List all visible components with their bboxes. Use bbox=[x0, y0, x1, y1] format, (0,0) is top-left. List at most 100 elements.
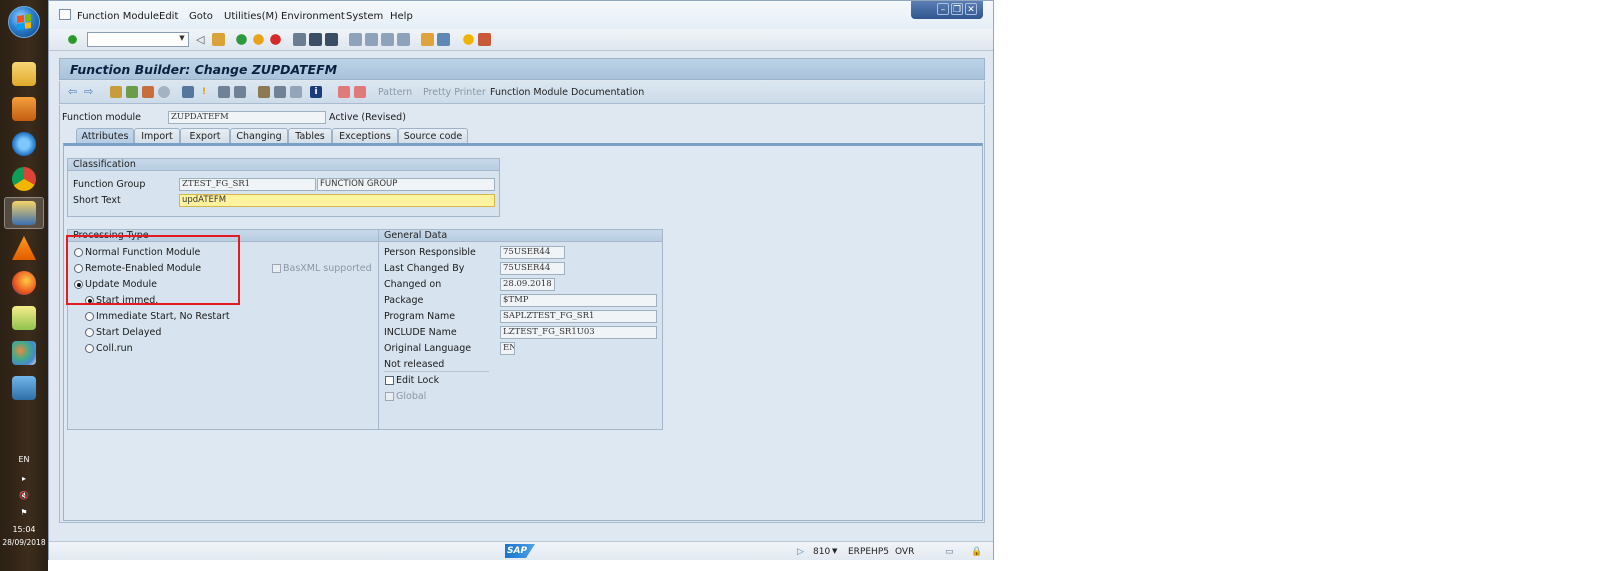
menu-utilities[interactable]: Utilities(M) bbox=[224, 11, 278, 22]
attributes-panel: Classification Function Group ZTEST_FG_S… bbox=[63, 143, 983, 521]
immediate-start-no-restart-radio[interactable] bbox=[85, 312, 94, 321]
delete-breakpoint-icon[interactable] bbox=[354, 86, 366, 98]
tab-tables[interactable]: Tables bbox=[288, 128, 332, 144]
find-next-icon[interactable] bbox=[325, 33, 338, 46]
main-content: Function module ZUPDATEFM Active (Revise… bbox=[59, 105, 985, 523]
taskbar-paint[interactable] bbox=[4, 337, 44, 369]
program-name-field[interactable]: SAPLZTEST_FG_SR1 bbox=[500, 310, 657, 323]
last-changed-by-label: Last Changed By bbox=[384, 263, 465, 274]
print-icon[interactable] bbox=[293, 33, 306, 46]
first-page-icon[interactable] bbox=[349, 33, 362, 46]
short-text-label: Short Text bbox=[73, 195, 121, 206]
last-page-icon[interactable] bbox=[397, 33, 410, 46]
window-icon[interactable] bbox=[290, 86, 302, 98]
test-icon[interactable] bbox=[274, 86, 286, 98]
restore-icon[interactable]: ❐ bbox=[951, 3, 963, 15]
function-module-field[interactable]: ZUPDATEFM bbox=[168, 111, 326, 124]
clock-time[interactable]: 15:04 bbox=[0, 525, 48, 534]
where-used-icon[interactable] bbox=[182, 86, 194, 98]
menu-goto[interactable]: Goto bbox=[189, 11, 213, 22]
last-changed-by-field[interactable]: 75USER44 bbox=[500, 262, 565, 275]
language-indicator[interactable]: EN bbox=[0, 455, 48, 464]
taskbar-internet-explorer[interactable] bbox=[4, 128, 44, 160]
display-change-icon[interactable] bbox=[110, 86, 122, 98]
menu-system[interactable]: System bbox=[346, 11, 383, 22]
play-triangle-icon[interactable]: ▷ bbox=[797, 547, 804, 557]
hierarchy-icon[interactable] bbox=[258, 86, 270, 98]
menu-environment[interactable]: Environment bbox=[281, 11, 345, 22]
taskbar-notes[interactable] bbox=[4, 302, 44, 334]
tab-export[interactable]: Export bbox=[180, 128, 230, 144]
taskbar-explorer[interactable] bbox=[4, 58, 44, 90]
info-exclamation-icon[interactable]: ! bbox=[198, 86, 210, 98]
other-object-icon[interactable] bbox=[126, 86, 138, 98]
save-icon[interactable] bbox=[212, 33, 225, 46]
tab-import[interactable]: Import bbox=[134, 128, 180, 144]
insert-breakpoint-icon[interactable] bbox=[338, 86, 350, 98]
taskbar-vlc[interactable] bbox=[4, 232, 44, 264]
pattern-button[interactable]: Pattern bbox=[378, 87, 412, 98]
display-object-list-icon[interactable] bbox=[218, 86, 230, 98]
short-text-field[interactable]: updATEFM bbox=[179, 194, 495, 207]
start-delayed-radio[interactable] bbox=[85, 328, 94, 337]
info-icon[interactable]: i bbox=[310, 86, 322, 98]
original-language-field[interactable]: EN bbox=[500, 342, 515, 355]
layout-menu-icon[interactable] bbox=[478, 33, 491, 46]
previous-page-icon[interactable] bbox=[365, 33, 378, 46]
help-icon[interactable] bbox=[462, 33, 475, 46]
taskbar-photo-viewer[interactable] bbox=[4, 372, 44, 404]
highlight-box bbox=[66, 235, 240, 305]
forward-arrow-icon[interactable]: ⇨ bbox=[84, 86, 96, 98]
function-group-field[interactable]: ZTEST_FG_SR1 bbox=[179, 178, 316, 191]
insert-mode[interactable]: OVR bbox=[895, 547, 914, 557]
pretty-printer-button[interactable]: Pretty Printer bbox=[423, 87, 486, 98]
include-name-field[interactable]: LZTEST_FG_SR1U03 bbox=[500, 326, 657, 339]
taskbar-sap-logon[interactable] bbox=[4, 197, 44, 229]
system-menu-icon[interactable] bbox=[59, 9, 71, 20]
chevron-down-icon[interactable]: ▼ bbox=[832, 547, 837, 555]
next-page-icon[interactable] bbox=[381, 33, 394, 46]
taskbar-firefox[interactable] bbox=[4, 267, 44, 299]
function-module-documentation-button[interactable]: Function Module Documentation bbox=[490, 87, 644, 98]
changed-on-field[interactable]: 28.09.2018 bbox=[500, 278, 555, 291]
activate-icon[interactable] bbox=[158, 86, 170, 98]
package-field[interactable]: $TMP bbox=[500, 294, 657, 307]
function-module-label: Function module bbox=[62, 112, 142, 123]
clock-date[interactable]: 28/09/2018 bbox=[0, 538, 48, 547]
tray-expand-icon[interactable]: ▸ bbox=[0, 474, 48, 483]
cancel-icon[interactable] bbox=[269, 33, 282, 46]
edit-lock-checkbox[interactable] bbox=[385, 376, 394, 385]
taskbar-media-player[interactable] bbox=[4, 93, 44, 125]
exit-icon[interactable] bbox=[252, 33, 265, 46]
new-session-icon[interactable] bbox=[421, 33, 434, 46]
navigation-icon[interactable] bbox=[234, 86, 246, 98]
enter-icon[interactable] bbox=[66, 33, 79, 46]
volume-muted-icon[interactable]: 🔇 bbox=[0, 491, 48, 500]
back-arrow-icon[interactable]: ◁ bbox=[196, 33, 209, 46]
action-center-flag-icon[interactable]: ⚑ bbox=[0, 508, 48, 517]
tab-attributes[interactable]: Attributes bbox=[76, 128, 134, 144]
command-field[interactable]: ▼ bbox=[87, 32, 189, 47]
find-icon[interactable] bbox=[309, 33, 322, 46]
global-checkbox[interactable] bbox=[385, 392, 394, 401]
tab-source-code[interactable]: Source code bbox=[398, 128, 468, 144]
chevron-down-icon[interactable]: ▼ bbox=[177, 34, 187, 45]
taskbar-chrome[interactable] bbox=[4, 163, 44, 195]
back-icon[interactable] bbox=[235, 33, 248, 46]
menu-function-module[interactable]: Function Module bbox=[77, 11, 159, 22]
tab-changing[interactable]: Changing bbox=[230, 128, 288, 144]
minimize-icon[interactable]: – bbox=[937, 3, 949, 15]
tab-exceptions[interactable]: Exceptions bbox=[332, 128, 398, 144]
menu-edit[interactable]: Edit bbox=[159, 11, 178, 22]
start-button[interactable] bbox=[8, 6, 40, 38]
shortcut-icon[interactable] bbox=[437, 33, 450, 46]
basxml-supported-checkbox[interactable] bbox=[272, 264, 281, 273]
menu-help[interactable]: Help bbox=[390, 11, 413, 22]
windows-logo-icon bbox=[17, 14, 31, 30]
check-icon[interactable] bbox=[142, 86, 154, 98]
back-arrow-icon[interactable]: ⇦ bbox=[68, 86, 80, 98]
vlc-icon bbox=[12, 236, 36, 260]
collective-run-radio[interactable] bbox=[85, 344, 94, 353]
close-icon[interactable]: ✕ bbox=[965, 3, 977, 15]
person-responsible-field[interactable]: 75USER44 bbox=[500, 246, 565, 259]
